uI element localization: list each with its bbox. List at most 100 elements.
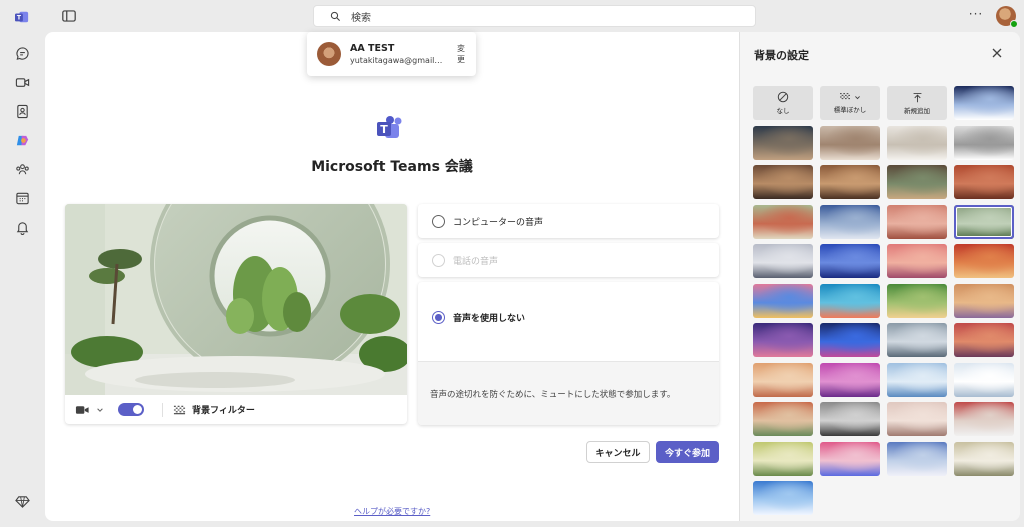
background-tile-abstract-orange[interactable] [753,362,813,397]
account-avatar [317,42,341,66]
account-email: yutakitagawa@gmail.... [350,56,444,65]
join-now-button[interactable]: 今すぐ参加 [656,441,719,463]
calendar-video-icon[interactable] [8,68,36,96]
help-link[interactable]: ヘルプが必要ですか? [354,506,430,517]
video-preview-card: 背景フィルター [65,204,407,424]
background-tile-night-galaxy[interactable] [820,323,880,357]
premium-diamond-icon[interactable] [8,487,36,515]
none-icon [777,91,789,103]
background-tile-pink-columns[interactable] [887,244,947,278]
teams-logo-icon: T [376,116,406,142]
cancel-button[interactable]: キャンセル [586,441,650,463]
audio-option-no-audio[interactable]: 音声を使用しない 音声の途切れを防ぐために、ミュートにした状態で参加します。 [418,282,719,425]
audio-option-computer[interactable]: コンピューターの音声 [418,204,719,238]
upload-icon [913,92,921,102]
background-tile-coral-reef[interactable] [753,283,813,318]
chevron-down-icon[interactable] [96,406,104,414]
panel-title: 背景の設定 [754,49,809,62]
app-rail: T [0,0,44,527]
background-tile-shell-colors[interactable] [753,402,813,436]
background-tile-white-room[interactable] [887,125,947,160]
background-tile-white-dome[interactable] [753,244,813,278]
search-placeholder: 検索 [351,12,371,24]
background-tile-ice-waves[interactable] [887,362,947,397]
background-tile-glass-house[interactable] [887,165,947,199]
more-options-button[interactable]: ··· [968,8,984,24]
calendar-icon[interactable] [8,184,36,212]
tile-label: 新規追加 [904,106,930,115]
background-tile-living-room[interactable] [753,165,813,199]
background-tile-red-sky[interactable] [954,323,1014,357]
background-tile-green-circle[interactable] [753,441,813,476]
background-tile-terracotta-room[interactable] [954,165,1014,199]
pre-join-screen: AA TEST yutakitagawa@gmail.... 変更 T Micr… [45,32,739,521]
background-settings-panel: 背景の設定 なし 標準ぼかし 新規追加 [739,32,1020,521]
radio-no-audio[interactable] [432,311,445,324]
audio-option-note: 音声の途切れを防ぐために、ミュートにした状態で参加します。 [418,361,719,425]
copilot-icon[interactable] [8,126,36,154]
toggle-knob [133,405,142,414]
audio-options: コンピューターの音声 電話の音声 音声を使用しない 音声の途切れを防ぐために、ミ… [418,204,719,425]
background-tile-pink-flowers[interactable] [820,362,880,397]
contacts-icon[interactable] [8,97,36,125]
change-account-button[interactable]: 変更 [457,43,466,65]
background-tile-desert-dunes[interactable] [954,283,1014,318]
video-controls: 背景フィルター [65,395,407,424]
my-avatar[interactable] [996,6,1018,28]
background-tile-pink-arch[interactable] [887,204,947,239]
background-tile-ribbon-pink[interactable] [820,441,880,476]
background-tile-underwater[interactable] [820,283,880,318]
background-tile-cream-tunnel[interactable] [954,441,1014,476]
audio-option-phone: 電話の音声 [418,243,719,277]
blur-icon [840,93,850,100]
background-filter-button[interactable]: 背景フィルター [192,403,255,416]
teams-icon[interactable]: T [8,3,36,31]
tile-label: 標準ぼかし [833,106,867,114]
background-tile-green-hills[interactable] [887,283,947,318]
background-grid: なし 標準ぼかし 新規追加 [753,86,1014,515]
background-tile-spheres[interactable] [887,402,947,436]
background-blur-button[interactable]: 標準ぼかし [820,86,880,120]
camera-icon[interactable] [75,404,90,416]
chevron-down-icon [855,95,860,99]
background-tile-landscape-dusk[interactable] [753,125,813,160]
background-tile-green-arch[interactable] [753,204,813,239]
background-tile-modern-lounge[interactable] [954,125,1014,160]
background-tile-cloud-sea[interactable] [887,323,947,357]
background-tile-blue-window[interactable] [820,244,880,278]
background-tile-marble-gray[interactable] [820,402,880,436]
tile-label: なし [776,107,790,115]
background-tile-white-waves[interactable] [954,362,1014,397]
background-tile-blue-rings[interactable] [753,481,813,515]
presence-available-icon [1010,20,1018,28]
radio-phone-audio [432,253,445,267]
account-name: AA TEST [350,43,395,54]
background-tile-red-swirl[interactable] [954,402,1014,436]
controls-divider [162,402,163,417]
background-tile-blue-balcony[interactable] [820,204,880,239]
background-tile-purple-mountains[interactable] [753,323,813,357]
camera-toggle[interactable] [118,403,144,416]
close-icon[interactable] [990,46,1004,60]
svg-text:T: T [380,123,388,136]
communities-icon[interactable] [8,155,36,183]
search-input[interactable]: 検索 [313,5,756,27]
audio-option-label: 音声を使用しない [453,314,526,324]
audio-option-label: コンピューターの音声 [453,217,544,228]
background-none-button[interactable]: なし [753,86,813,120]
account-card: AA TEST yutakitagawa@gmail.... 変更 [307,32,476,76]
background-tile-space-station[interactable] [954,86,1014,120]
sidebar-toggle-icon[interactable] [60,7,78,25]
background-tile-room-arches[interactable] [820,125,880,160]
chat-icon[interactable] [8,39,36,67]
top-bar: 検索 ··· [44,0,1024,32]
radio-computer-audio[interactable] [432,214,445,228]
background-tile-autumn-forest[interactable] [954,244,1014,278]
bell-icon[interactable] [8,213,36,241]
background-add-new-button[interactable]: 新規追加 [887,86,947,120]
background-filter-icon[interactable] [173,404,186,416]
background-tile-wood-interior[interactable] [820,165,880,199]
background-preview-image [65,204,407,395]
background-tile-circle-garden[interactable] [954,204,1014,239]
background-tile-blue-flow[interactable] [887,441,947,476]
